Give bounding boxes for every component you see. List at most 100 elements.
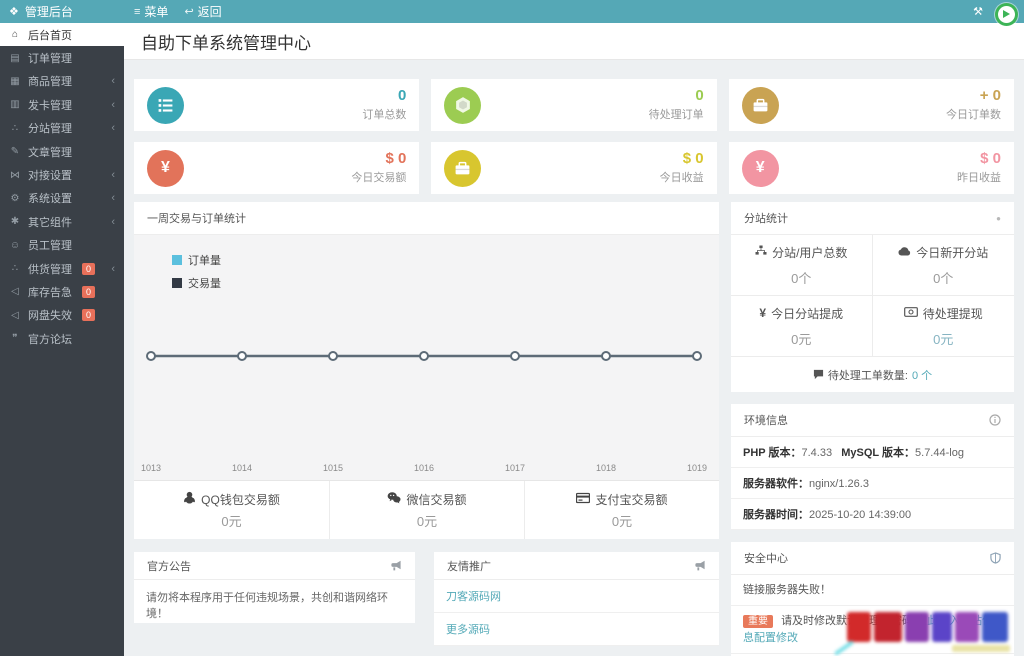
sidebar-item-2-cart[interactable]: ▦ 商品管理 ‹ — [0, 70, 124, 93]
pay-label: 微信交易额 — [406, 492, 467, 507]
wrench-icon[interactable]: ⚒ — [973, 5, 983, 18]
chart-legend: 订单量交易量 — [172, 252, 221, 298]
stat-label: 昨日收益 — [957, 172, 1001, 184]
data-point — [146, 351, 156, 361]
stock-alert-icon: ◁ — [11, 286, 19, 298]
ordered-list-icon — [147, 86, 184, 124]
topbar-right: ⚒ — [973, 0, 1024, 26]
sidebar-item-4-sitemap[interactable]: ∴ 分站管理 ‹ — [0, 117, 124, 140]
legend-item-1[interactable]: 交易量 — [172, 275, 221, 291]
card-grid-icon: ▥ — [10, 99, 20, 111]
sidebar-item-7-gear[interactable]: ⚙ 系统设置 ‹ — [0, 187, 124, 210]
security-row: 重要 请及时修改默认管理员密码 点此进入网站信息配置修改 — [731, 606, 1014, 654]
sidebar-item-11-stock-alert[interactable]: ◁ 库存告急 0 — [0, 280, 124, 303]
payment-stats: QQ钱包交易额 0元 微信交易额 0元 支付宝交易额 0元 — [134, 480, 719, 539]
promo-link[interactable]: 更多源码 — [434, 613, 719, 646]
yen-icon: ¥ — [147, 149, 184, 187]
reply-icon: ↩ — [184, 6, 194, 18]
substation-cell-value: 0元 — [791, 331, 812, 347]
pay-label: QQ钱包交易额 — [201, 492, 280, 507]
forum-icon: ❞ — [12, 333, 18, 345]
substation-cell-2: ¥ 今日分站提成 0元 — [731, 296, 873, 357]
security-title: 安全中心 — [744, 553, 788, 565]
notice-content: 请勿将本程序用于任何违规场景，共创和谐网络环境！ — [134, 580, 415, 623]
megaphone-icon — [390, 560, 402, 572]
brand-title: 管理后台 — [24, 5, 73, 19]
sidebar-item-3-card-grid[interactable]: ▥ 发卡管理 ‹ — [0, 93, 124, 116]
promo-panel: 友情推广 刀客源码网 更多源码 — [434, 552, 719, 646]
data-point — [510, 351, 520, 361]
legend-item-0[interactable]: 订单量 — [172, 252, 221, 268]
pending-tickets-row[interactable]: 待处理工单数量: 0 个 — [731, 357, 1014, 392]
sidebar-item-12-netdisk[interactable]: ◁ 网盘失效 0 — [0, 304, 124, 327]
sidebar-item-8-cogs[interactable]: ✱ 其它组件 ‹ — [0, 210, 124, 233]
sidebar-item-label: 员工管理 — [28, 240, 72, 253]
data-point — [419, 351, 429, 361]
list-icon: ≡ — [134, 5, 141, 18]
stat-value: $ 0 — [385, 150, 407, 167]
sidebar-item-label: 官方论坛 — [28, 333, 72, 346]
gear-icon: ⚙ — [10, 192, 20, 204]
sidebar-item-10-supply[interactable]: ∴ 供货管理 0 ‹ — [0, 257, 124, 280]
promo-link[interactable]: 刀客源码网 — [434, 580, 719, 613]
order-list-icon: ▤ — [10, 52, 20, 64]
stat-label: 今日收益 — [659, 172, 704, 184]
substation-cell-0: 分站/用户总数 0个 — [731, 235, 873, 296]
main-area: 自助下单系统管理中心 0 订单总数 0 待处理订单 + 0 今日订单数 ¥ $ 0 今日交易额 $… — [124, 23, 1024, 656]
security-center-panel: 安全中心 链接服务器失败！ 重要 请及时修改默认管理员密码 点此进入网站信息配置… — [731, 542, 1014, 656]
pay-value: 0元 — [221, 513, 242, 529]
pending-tickets-value: 0 个 — [911, 369, 933, 382]
stat-label: 订单总数 — [362, 109, 407, 121]
app-logo[interactable] — [995, 3, 1018, 26]
environment-info-panel: 环境信息 PHP 版本：7.4.33 MySQL 版本：5.7.44-log 服… — [731, 404, 1014, 530]
sidebar-item-label: 后台首页 — [28, 29, 72, 42]
weekly-chart-panel: 一周交易与订单统计 订单量 交易量 1013 1014 1015 1016 1017 101… — [134, 202, 719, 539]
home-icon: ⌂ — [11, 29, 19, 41]
promo-title: 友情推广 — [447, 560, 491, 573]
data-point — [601, 351, 611, 361]
stat-label: 今日订单数 — [946, 109, 1001, 121]
menu-button[interactable]: ≡ 菜单 — [134, 3, 168, 20]
admin-dashboard: ❖ 管理后台 ≡ 菜单 ↩ 返回 ⚒ ⌂ 后台首页 ▤ 订单管理 ▦ 商品管理 ‹ ▥ 发卡管理… — [0, 0, 1024, 656]
sidebar-item-label: 商品管理 — [28, 76, 72, 89]
menu-label: 菜单 — [144, 5, 169, 19]
sidebar: ⌂ 后台首页 ▤ 订单管理 ▦ 商品管理 ‹ ▥ 发卡管理 ‹ ∴ 分站管理 ‹ ✎ 文章管理 ⋈ 对接设置 ‹ ⚙… — [0, 23, 124, 656]
shield-icon — [990, 552, 1001, 564]
stat-label: 今日交易额 — [351, 172, 407, 184]
sidebar-item-9-user[interactable]: ☺ 员工管理 — [0, 234, 124, 257]
circle-icon: ● — [996, 213, 1001, 223]
sidebar-item-13-forum[interactable]: ❞ 官方论坛 — [0, 327, 124, 350]
back-button[interactable]: ↩ 返回 — [184, 3, 221, 20]
substation-cell-label: 分站/用户总数 — [772, 245, 848, 260]
stat-value: $ 0 — [980, 150, 1001, 167]
sidebar-item-0-home[interactable]: ⌂ 后台首页 — [0, 23, 124, 47]
env-row-server: 服务器软件：nginx/1.26.3 — [731, 468, 1014, 499]
data-point — [328, 351, 338, 361]
sidebar-item-6-link[interactable]: ⋈ 对接设置 ‹ — [0, 163, 124, 186]
page-title: 自助下单系统管理中心 — [141, 33, 311, 53]
stat-card-2: + 0 今日订单数 — [728, 79, 1014, 131]
chevron-left-icon: ‹ — [111, 122, 115, 135]
sidebar-item-label: 订单管理 — [28, 53, 72, 66]
topbar-menu: ≡ 菜单 ↩ 返回 — [134, 3, 222, 20]
sidebar-item-1-order-list[interactable]: ▤ 订单管理 — [0, 46, 124, 69]
sidebar-item-5-article[interactable]: ✎ 文章管理 — [0, 140, 124, 163]
bank-card-icon — [576, 492, 591, 507]
stat-card-1: 0 待处理订单 — [431, 79, 717, 131]
play-icon — [1003, 10, 1010, 18]
content: 0 订单总数 0 待处理订单 + 0 今日订单数 ¥ $ 0 今日交易额 $ 0 今日收益 ¥ $ 0 昨… — [124, 61, 1024, 656]
count-badge: 0 — [82, 285, 96, 298]
brand: ❖ 管理后台 — [0, 3, 124, 20]
chevron-left-icon: ‹ — [111, 262, 115, 275]
stat-card-5: ¥ $ 0 昨日收益 — [728, 142, 1014, 194]
security-row: 链接服务器失败！ — [731, 575, 1014, 606]
count-badge: 0 — [82, 309, 96, 322]
legend-label: 订单量 — [188, 255, 221, 267]
stat-label: 待处理订单 — [648, 109, 704, 121]
cloud-icon — [898, 245, 911, 259]
pay-stat-qq: QQ钱包交易额 0元 — [134, 481, 329, 539]
cart-icon: ▦ — [10, 75, 20, 87]
substation-cell-3: 待处理提现 0元 — [872, 296, 1014, 357]
chevron-left-icon: ‹ — [111, 169, 115, 182]
x-axis-tick: 1015 — [323, 463, 343, 473]
